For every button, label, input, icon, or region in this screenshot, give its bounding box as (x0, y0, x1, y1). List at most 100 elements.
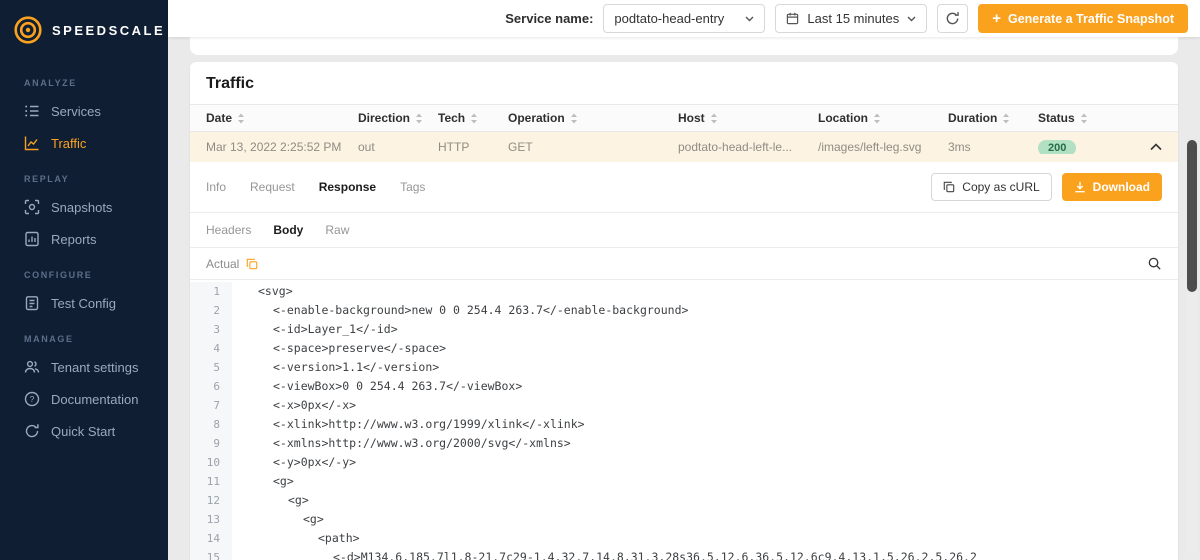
column-header-host[interactable]: Host (678, 111, 818, 125)
tab-tags[interactable]: Tags (400, 180, 425, 194)
service-select[interactable]: podtato-head-entry (603, 4, 766, 33)
copy-body-icon[interactable] (246, 258, 258, 270)
list-icon (24, 103, 40, 119)
code-line: 12 <g> (190, 491, 1178, 510)
column-header-status[interactable]: Status (1038, 111, 1126, 125)
cell-operation: GET (508, 140, 533, 154)
sort-icon (710, 113, 717, 123)
svg-text:?: ? (30, 394, 35, 404)
subtab-raw[interactable]: Raw (325, 223, 349, 237)
sidebar-item-label: Traffic (51, 135, 87, 151)
column-label: Operation (508, 111, 565, 125)
main-area: Service name: podtato-head-entry Last 15… (168, 0, 1200, 560)
tab-response[interactable]: Response (319, 180, 376, 194)
line-number: 7 (190, 396, 232, 415)
nav-section-label: ANALYZE (24, 78, 77, 88)
sort-icon (471, 113, 478, 123)
code-text: <-version>1.1</-version> (273, 360, 440, 374)
cell-direction: out (358, 140, 375, 154)
column-header-location[interactable]: Location (818, 111, 948, 125)
code-line: 3 <-id>Layer_1</-id> (190, 320, 1178, 339)
sort-icon (874, 113, 880, 123)
tab-request[interactable]: Request (250, 180, 295, 194)
sidebar: SPEEDSCALE ANALYZE Services Traffic REPLAY S… (0, 0, 168, 560)
sidebar-item-quick-start[interactable]: Quick Start (0, 415, 168, 447)
code-line: 5 <-version>1.1</-version> (190, 358, 1178, 377)
sidebar-item-traffic[interactable]: Traffic (0, 127, 168, 159)
code-line: 13 <g> (190, 510, 1178, 529)
refresh-icon (945, 11, 960, 26)
search-body-button[interactable] (1147, 256, 1162, 271)
sidebar-item-label: Snapshots (51, 199, 113, 215)
tab-info[interactable]: Info (206, 180, 226, 194)
help-icon: ? (24, 391, 40, 407)
column-label: Host (678, 111, 705, 125)
code-line: 4 <-space>preserve</-space> (190, 339, 1178, 358)
code-viewer[interactable]: 1 <svg> 2 <-enable-background>new 0 0 254.4… (190, 280, 1178, 560)
sidebar-item-test-config[interactable]: Test Config (0, 287, 168, 319)
code-line: 7 <-x>0px</-x> (190, 396, 1178, 415)
column-label: Location (818, 111, 868, 125)
detail-tabs-list: Info Request Response Tags (206, 180, 425, 194)
column-header-direction[interactable]: Direction (358, 111, 438, 125)
code-line: 2 <-enable-background>new 0 0 254.4 263.7… (190, 301, 1178, 320)
scrollbar-thumb[interactable] (1187, 140, 1197, 292)
download-button[interactable]: Download (1061, 173, 1162, 201)
line-number: 14 (190, 529, 232, 548)
sort-icon (1003, 113, 1010, 123)
code-text: <-id>Layer_1</-id> (273, 322, 398, 336)
sidebar-item-documentation[interactable]: ? Documentation (0, 383, 168, 415)
code-text: <-xlink>http://www.w3.org/1999/xlink</-x… (273, 417, 585, 431)
vertical-scrollbar[interactable] (1187, 140, 1197, 554)
column-label: Status (1038, 111, 1075, 125)
column-header-date[interactable]: Date (206, 111, 358, 125)
traffic-table-header: Date Direction Tech Operation Host Location Du… (190, 104, 1178, 132)
restart-icon (24, 423, 40, 439)
config-icon (24, 295, 40, 311)
camera-icon (24, 199, 40, 215)
code-line: 8 <-xlink>http://www.w3.org/1999/xlink</-… (190, 415, 1178, 434)
sidebar-item-label: Tenant settings (51, 359, 139, 375)
actual-label: Actual (206, 256, 240, 271)
subtab-body[interactable]: Body (273, 223, 303, 237)
actual-row: Actual (190, 248, 1178, 280)
copy-icon (943, 181, 955, 193)
copy-as-curl-label: Copy as cURL (962, 180, 1040, 194)
traffic-row[interactable]: Mar 13, 2022 2:25:52 PM out HTTP GET pod… (190, 132, 1178, 162)
collapse-row-button[interactable] (1126, 143, 1162, 151)
sidebar-item-services[interactable]: Services (0, 95, 168, 127)
code-text: <-d>M134.6,185.7l1.8-21.7c29-1.4,32.7,14… (333, 550, 977, 560)
code-text: <-y>0px</-y> (273, 455, 357, 469)
code-text: <-x>0px</-x> (273, 398, 357, 412)
column-header-operation[interactable]: Operation (508, 111, 678, 125)
code-line: 11 <g> (190, 472, 1178, 491)
nav-section-label: CONFIGURE (24, 270, 93, 280)
line-number: 13 (190, 510, 232, 529)
cell-location: /images/left-leg.svg (818, 140, 922, 154)
service-select-value: podtato-head-entry (614, 11, 725, 26)
column-label: Date (206, 111, 233, 125)
sidebar-item-label: Documentation (51, 391, 139, 407)
cell-status: 200 (1038, 140, 1126, 154)
column-header-tech[interactable]: Tech (438, 111, 508, 125)
sidebar-item-reports[interactable]: Reports (0, 223, 168, 255)
line-number: 6 (190, 377, 232, 396)
subtab-headers[interactable]: Headers (206, 223, 251, 237)
status-badge: 200 (1038, 140, 1077, 154)
line-number: 2 (190, 301, 232, 320)
column-label: Duration (948, 111, 998, 125)
chart-icon (24, 135, 40, 151)
logo[interactable]: SPEEDSCALE (0, 0, 168, 63)
code-text: <-viewBox>0 0 254.4 263.7</-viewBox> (273, 379, 523, 393)
sidebar-item-tenant-settings[interactable]: Tenant settings (0, 351, 168, 383)
line-number: 1 (190, 282, 232, 301)
refresh-button[interactable] (937, 4, 969, 33)
generate-snapshot-button[interactable]: + Generate a Traffic Snapshot (978, 4, 1188, 33)
copy-as-curl-button[interactable]: Copy as cURL (931, 173, 1052, 201)
code-line: 1 <svg> (190, 282, 1178, 301)
column-header-duration[interactable]: Duration (948, 111, 1038, 125)
code-line: 6 <-viewBox>0 0 254.4 263.7</-viewBox> (190, 377, 1178, 396)
content-area: Traffic Date Direction Tech Operation Host Lo… (168, 37, 1200, 560)
sidebar-item-snapshots[interactable]: Snapshots (0, 191, 168, 223)
time-range-select[interactable]: Last 15 minutes (775, 4, 928, 33)
